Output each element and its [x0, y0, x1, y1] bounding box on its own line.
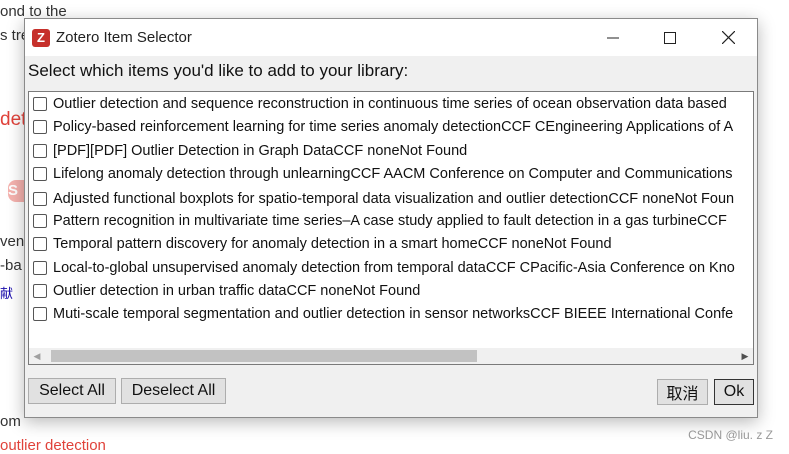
item-checkbox[interactable]: [33, 214, 47, 228]
item-checkbox[interactable]: [33, 237, 47, 251]
item-checkbox[interactable]: [33, 167, 47, 181]
maximize-button[interactable]: [642, 19, 698, 56]
bg-text-3: det: [0, 109, 27, 130]
list-item[interactable]: Local-to-global unsupervised anomaly det…: [31, 257, 751, 279]
cancel-button[interactable]: 取消: [657, 379, 708, 405]
scrollbar-thumb[interactable]: [51, 350, 477, 362]
bg-link-1: 献: [0, 286, 14, 301]
bg-text-5: ven: [0, 233, 25, 250]
horizontal-scrollbar[interactable]: ◀ ▶: [29, 348, 753, 364]
ok-button[interactable]: Ok: [714, 379, 754, 405]
caret-right-icon: ▶: [741, 350, 749, 361]
item-label: Outlier detection and sequence reconstru…: [53, 96, 727, 112]
list-item[interactable]: Pattern recognition in multivariate time…: [31, 210, 751, 232]
item-label: Local-to-global unsupervised anomaly det…: [53, 260, 735, 276]
minimize-icon: [607, 37, 619, 38]
close-button[interactable]: [700, 19, 756, 56]
item-checkbox[interactable]: [33, 97, 47, 111]
scroll-left-button[interactable]: ◀: [29, 348, 45, 364]
list-item[interactable]: Outlier detection in urban traffic dataC…: [31, 280, 751, 302]
item-checkbox[interactable]: [33, 307, 47, 321]
item-checkbox[interactable]: [33, 284, 47, 298]
zotero-app-icon: Z: [32, 29, 50, 47]
item-label: Temporal pattern discovery for anomaly d…: [53, 236, 612, 252]
bg-text-6: -ba: [0, 257, 22, 274]
item-label: Policy-based reinforcement learning for …: [53, 119, 734, 135]
list-item[interactable]: Policy-based reinforcement learning for …: [31, 116, 751, 138]
scroll-right-button[interactable]: ▶: [737, 348, 753, 364]
list-item[interactable]: Temporal pattern discovery for anomaly d…: [31, 233, 751, 255]
item-checkbox[interactable]: [33, 120, 47, 134]
item-label: Muti-scale temporal segmentation and out…: [53, 306, 734, 322]
caret-left-icon: ◀: [33, 350, 41, 361]
item-checkbox[interactable]: [33, 192, 47, 206]
bg-text-7: om: [0, 413, 21, 430]
item-label: Lifelong anomaly detection through unlea…: [53, 166, 733, 182]
list-item[interactable]: [PDF][PDF] Outlier Detection in Graph Da…: [31, 140, 751, 162]
item-label: Outlier detection in urban traffic dataC…: [53, 283, 421, 299]
title-bar[interactable]: Z Zotero Item Selector: [25, 19, 757, 56]
maximize-icon: [664, 31, 676, 44]
bg-text-4: S: [8, 182, 19, 199]
items-list[interactable]: Outlier detection and sequence reconstru…: [28, 91, 754, 365]
item-label: [PDF][PDF] Outlier Detection in Graph Da…: [53, 143, 468, 159]
instruction-text: Select which items you'd like to add to …: [28, 61, 409, 80]
minimize-button[interactable]: [585, 19, 641, 56]
deselect-all-button[interactable]: Deselect All: [121, 378, 226, 404]
list-item[interactable]: Lifelong anomaly detection through unlea…: [31, 163, 751, 185]
item-checkbox[interactable]: [33, 144, 47, 158]
select-all-button[interactable]: Select All: [28, 378, 116, 404]
list-item[interactable]: Adjusted functional boxplots for spatio-…: [31, 188, 751, 210]
close-icon: [721, 31, 735, 44]
list-item[interactable]: Muti-scale temporal segmentation and out…: [31, 303, 751, 325]
item-checkbox[interactable]: [33, 261, 47, 275]
list-item[interactable]: Outlier detection and sequence reconstru…: [31, 93, 751, 115]
zotero-item-selector-dialog: Z Zotero Item Selector Select which item…: [24, 18, 758, 418]
watermark: CSDN @liu. z Z: [688, 428, 773, 442]
window-title: Zotero Item Selector: [56, 29, 192, 46]
bg-text-8: outlier detection: [0, 437, 106, 454]
item-label: Pattern recognition in multivariate time…: [53, 213, 727, 229]
item-label: Adjusted functional boxplots for spatio-…: [53, 191, 735, 207]
